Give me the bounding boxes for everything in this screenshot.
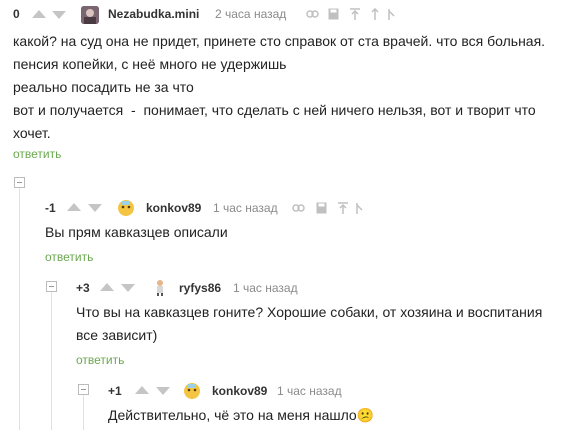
comment-line: вот и получается - понимает, что сделать… xyxy=(13,102,536,118)
comment-rating: +1 xyxy=(108,384,122,398)
thread-line xyxy=(19,188,20,430)
comment-username[interactable]: Nezabudka.mini xyxy=(108,7,199,21)
parent-up-icon[interactable] xyxy=(338,202,348,214)
comment-rating: -1 xyxy=(45,201,56,215)
comment-text: Действительно, чё это на меня нашло😕 xyxy=(108,404,374,427)
thread-line xyxy=(51,292,52,430)
save-icon[interactable] xyxy=(316,202,327,214)
thread-line xyxy=(83,395,84,430)
link-icon[interactable] xyxy=(306,9,319,19)
tree-up-icon[interactable] xyxy=(370,8,380,20)
avatar[interactable] xyxy=(81,6,99,24)
link-icon[interactable] xyxy=(292,203,305,213)
comment-line: пенсия копейки, с неё много не удержишь xyxy=(13,56,287,72)
comment-line: Что вы на кавказцев гоните? Хорошие соба… xyxy=(76,304,543,320)
avatar[interactable] xyxy=(117,198,135,216)
collapse-thread-button[interactable] xyxy=(14,177,25,188)
avatar[interactable] xyxy=(151,278,169,296)
comment-time[interactable]: 1 час назад xyxy=(277,384,342,398)
comment-time[interactable]: 2 часа назад xyxy=(215,7,286,21)
comment-rating: 0 xyxy=(13,7,20,21)
avatar-image-icon xyxy=(157,280,163,296)
avatar-image-icon xyxy=(118,200,134,216)
avatar-image-icon xyxy=(184,383,200,399)
reply-link[interactable]: ответить xyxy=(13,147,61,161)
downvote-arrow-icon[interactable] xyxy=(88,204,102,212)
comment-line: все зависит) xyxy=(76,327,158,343)
downvote-arrow-icon[interactable] xyxy=(52,11,66,19)
comment-username[interactable]: ryfys86 xyxy=(179,281,221,295)
avatar[interactable] xyxy=(183,381,201,399)
upvote-arrow-icon[interactable] xyxy=(67,203,81,211)
comment-line: хочет. xyxy=(13,125,51,141)
comment-username[interactable]: konkov89 xyxy=(212,384,267,398)
comment-text: какой? на суд она не придет, принете сто… xyxy=(13,30,558,145)
comment-line: реально посадить не за что xyxy=(13,79,194,95)
avatar-image-icon xyxy=(81,6,99,24)
save-icon[interactable] xyxy=(328,8,339,20)
comment-time[interactable]: 1 час назад xyxy=(233,281,298,295)
upvote-arrow-icon[interactable] xyxy=(32,10,46,18)
comment-username[interactable]: konkov89 xyxy=(146,201,201,215)
comment-line: Действительно, чё это на меня нашло😕 xyxy=(108,407,375,423)
collapse-thread-button[interactable] xyxy=(46,281,57,292)
report-icon[interactable] xyxy=(388,8,396,20)
downvote-arrow-icon[interactable] xyxy=(121,284,135,292)
parent-up-icon[interactable] xyxy=(350,8,360,20)
reply-link[interactable]: ответить xyxy=(76,353,124,367)
comment-line: Вы прям кавказцев описали xyxy=(45,224,228,240)
comment-rating: +3 xyxy=(76,281,90,295)
downvote-arrow-icon[interactable] xyxy=(156,387,170,395)
comment-text: Вы прям кавказцев описали xyxy=(45,221,228,244)
collapse-thread-button[interactable] xyxy=(78,384,89,395)
reply-link[interactable]: ответить xyxy=(45,250,93,264)
comment-text: Что вы на кавказцев гоните? Хорошие соба… xyxy=(76,301,556,347)
upvote-arrow-icon[interactable] xyxy=(100,283,114,291)
report-icon[interactable] xyxy=(356,202,364,214)
upvote-arrow-icon[interactable] xyxy=(135,386,149,394)
comment-line: какой? на суд она не придет, принете сто… xyxy=(13,33,546,49)
comment-time[interactable]: 1 час назад xyxy=(213,201,278,215)
